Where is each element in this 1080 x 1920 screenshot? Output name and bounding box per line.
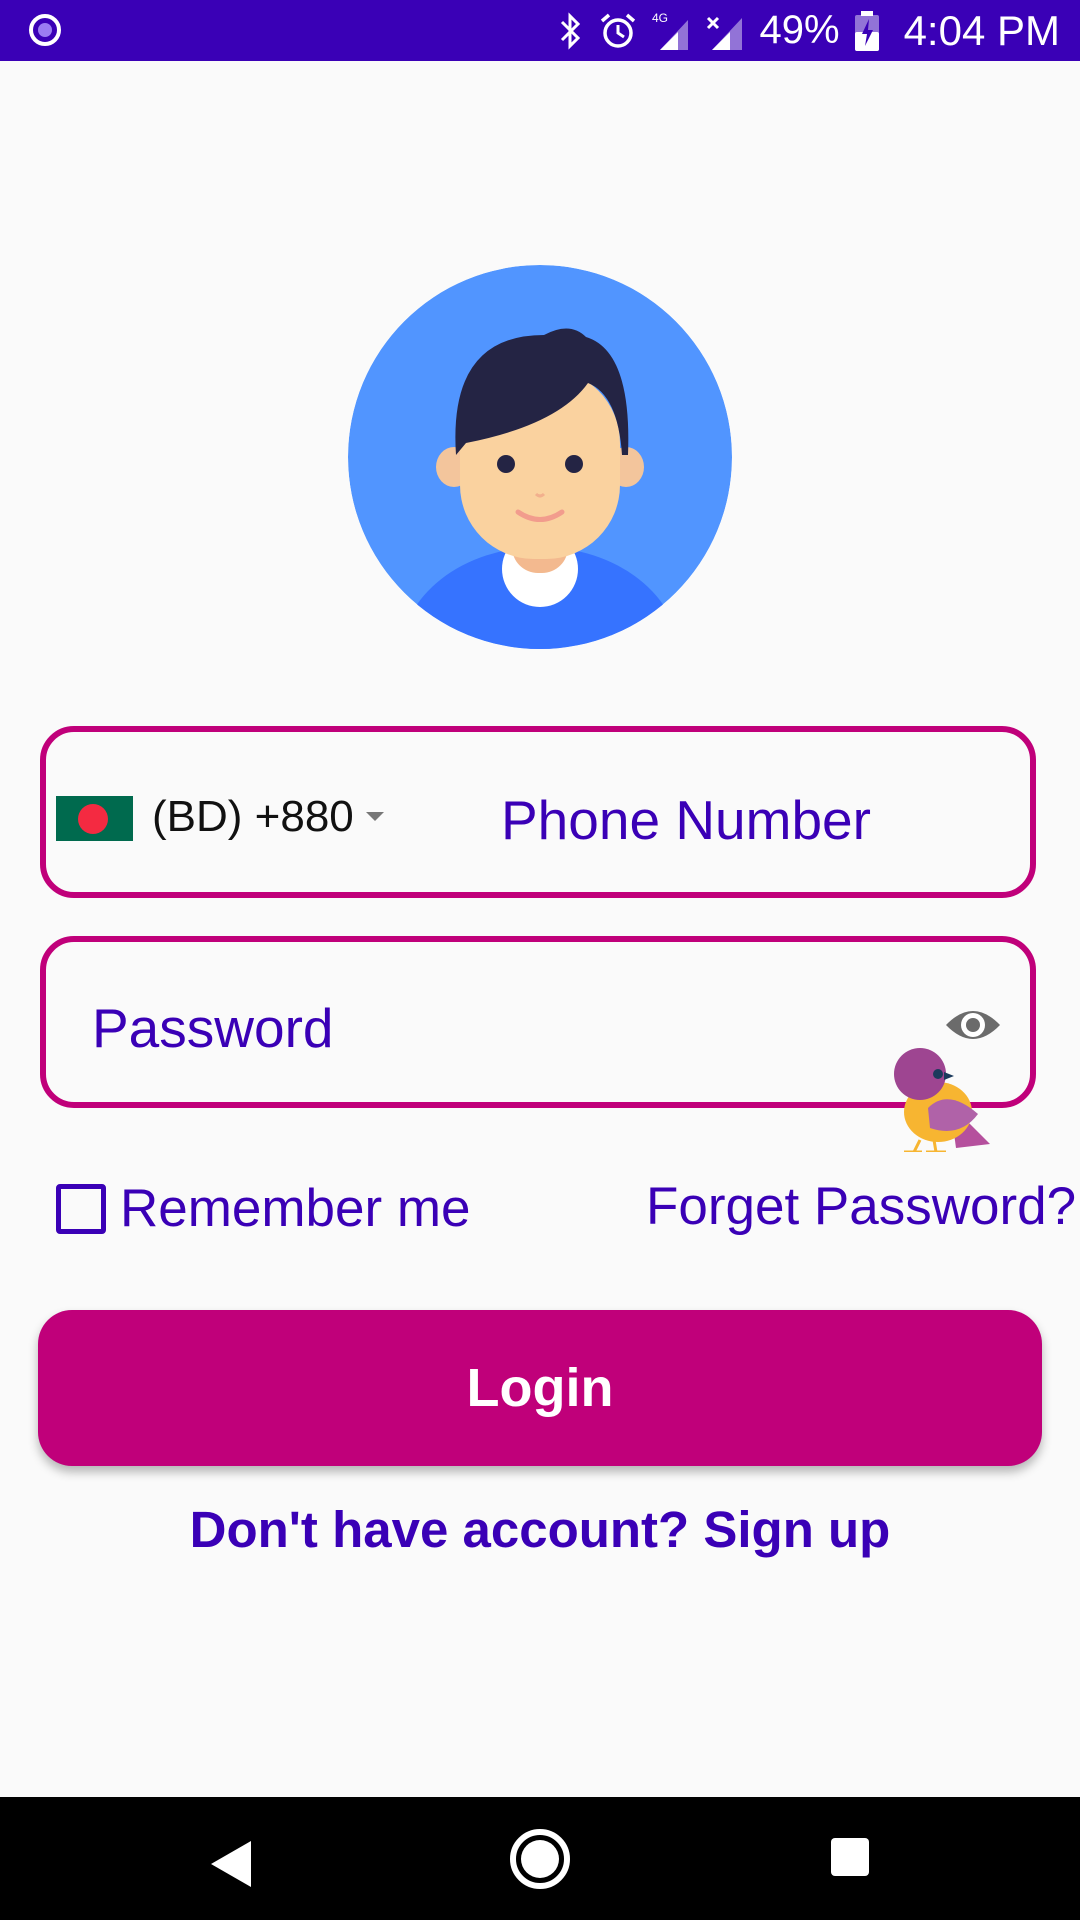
login-button-label: Login — [466, 1358, 614, 1418]
status-bar: 4G 49% 4:04 PM — [0, 0, 1080, 61]
login-button[interactable]: Login — [38, 1310, 1042, 1466]
avatar — [348, 265, 732, 649]
forgot-password-link[interactable]: Forget Password? — [646, 1176, 1076, 1237]
remember-me[interactable]: Remember me — [56, 1178, 470, 1239]
alarm-icon — [600, 13, 635, 48]
app-notification-icon — [29, 14, 61, 46]
remember-me-checkbox[interactable] — [56, 1183, 106, 1234]
recents-icon[interactable] — [831, 1838, 869, 1876]
home-icon[interactable] — [509, 1828, 571, 1890]
country-code-selector[interactable]: (BD) +880 — [152, 792, 354, 842]
signal-icon — [706, 16, 742, 50]
password-input[interactable]: Password — [92, 996, 333, 1060]
dropdown-caret-icon[interactable] — [366, 812, 384, 821]
clock: 4:04 PM — [903, 7, 1060, 54]
signup-link[interactable]: Don't have account? Sign up — [0, 1500, 1080, 1559]
signal-icon: 4G — [652, 11, 688, 50]
battery-percent: 49% — [759, 8, 840, 52]
back-icon[interactable] — [209, 1839, 253, 1889]
bluetooth-icon — [560, 11, 580, 50]
phone-number-input[interactable]: Phone Number — [501, 788, 871, 852]
flag-bd-icon[interactable] — [56, 796, 133, 841]
battery-icon — [854, 10, 879, 51]
phone-number-field[interactable]: (BD) +880 Phone Number — [40, 726, 1036, 898]
network-type-label: 4G — [652, 11, 668, 25]
navigation-bar — [0, 1797, 1080, 1920]
eye-icon[interactable] — [944, 1005, 1002, 1045]
bird-icon — [894, 1048, 990, 1152]
remember-me-label[interactable]: Remember me — [120, 1178, 470, 1239]
password-field[interactable]: Password — [40, 936, 1036, 1108]
